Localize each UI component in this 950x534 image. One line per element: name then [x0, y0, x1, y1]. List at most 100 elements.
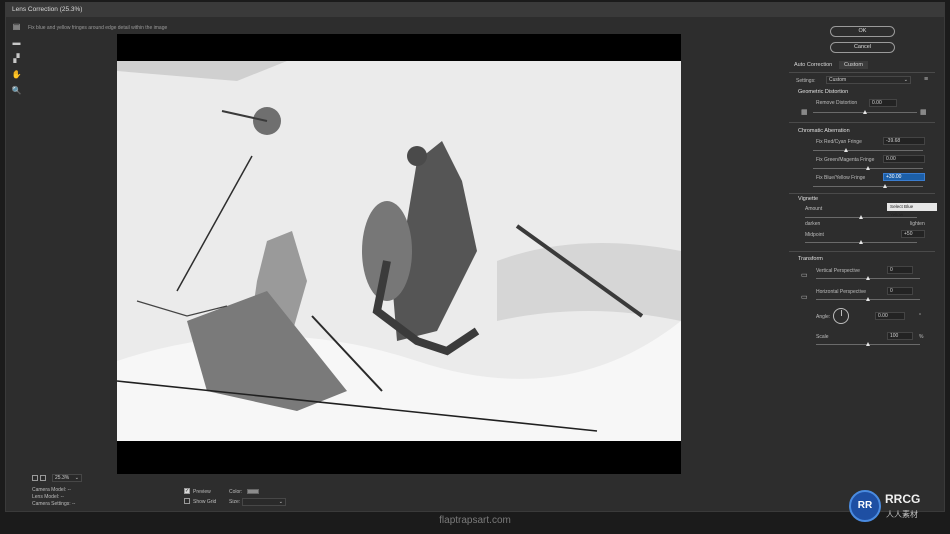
vertical-perspective-slider[interactable]	[816, 276, 920, 280]
angle-label: Angle:	[816, 314, 831, 320]
vignette-amount-slider[interactable]	[805, 215, 917, 219]
darken-label: darken	[805, 221, 821, 227]
camera-settings-text: Camera Settings: --	[32, 501, 76, 507]
fringe-select-popup[interactable]: Select BlueYellow	[887, 203, 937, 217]
vertical-perspective-field[interactable]: 0	[887, 266, 913, 274]
remove-distortion-field[interactable]: 0.00	[869, 99, 897, 107]
settings-dropdown[interactable]: Custom ⌄	[826, 76, 911, 84]
title-bar[interactable]: Lens Correction (25.3%)	[6, 3, 944, 17]
midpoint-slider[interactable]	[805, 240, 917, 244]
green-magenta-knob[interactable]	[866, 166, 870, 170]
horizontal-perspective-field[interactable]: 0	[887, 287, 913, 295]
image-preview[interactable]	[117, 34, 681, 474]
blue-yellow-field[interactable]: +30.00	[883, 173, 925, 181]
show-grid-label: Show Grid	[193, 499, 217, 505]
remove-distortion-knob[interactable]	[863, 110, 867, 114]
red-cyan-knob[interactable]	[844, 148, 848, 152]
popup-select-blue[interactable]: Select Blue	[890, 203, 913, 211]
remove-distortion-slider[interactable]	[813, 110, 917, 114]
scale-knob[interactable]	[866, 342, 870, 346]
vignette-amount-knob[interactable]	[859, 215, 863, 219]
green-magenta-slider[interactable]	[813, 166, 923, 170]
zoom-value: 25.3%	[55, 475, 70, 481]
green-magenta-label: Fix Green/Magenta Fringe	[816, 157, 875, 163]
chromatic-aberration-header: Chromatic Aberration	[798, 128, 850, 134]
warrior-sketch-image	[117, 61, 681, 441]
vertical-perspective-label: Vertical Perspective	[816, 268, 860, 274]
grid-color-swatch[interactable]	[247, 489, 259, 494]
rrcg-logo-subtext: 人人素材	[886, 510, 918, 519]
transform-header: Transform	[798, 256, 823, 262]
lighten-label: lighten	[910, 221, 925, 227]
midpoint-label: Midpoint	[805, 232, 824, 238]
tab-bar: Auto Correction Custom	[789, 61, 937, 71]
angle-dial[interactable]	[833, 308, 849, 324]
preview-checkbox[interactable]: ✓	[184, 488, 190, 494]
blue-yellow-knob[interactable]	[882, 184, 887, 188]
divider	[789, 72, 935, 73]
remove-distortion-tool-icon[interactable]: ▤	[11, 21, 22, 32]
zoom-dropdown[interactable]: 25.3% ⌄	[52, 474, 82, 482]
camera-model-text: Camera Model: --	[32, 487, 71, 493]
scale-label: Scale	[816, 334, 829, 340]
grid-size-dropdown[interactable]: ⌄	[242, 498, 286, 506]
bottom-bar: − + 25.3% ⌄ Camera Model: -- Lens Model:…	[32, 473, 332, 513]
midpoint-knob[interactable]	[859, 240, 863, 244]
red-cyan-field[interactable]: -39.68	[883, 137, 925, 145]
grid-size-label: Size:	[229, 499, 241, 505]
lens-model-text: Lens Model: --	[32, 494, 64, 500]
chevron-down-icon: ⌄	[903, 77, 908, 83]
angle-unit: °	[919, 313, 921, 319]
zoom-out-icon[interactable]: −	[32, 475, 38, 481]
toolbar: ▤ ▬ ▞ ✋ 🔍	[11, 21, 25, 101]
scale-slider[interactable]	[816, 342, 920, 346]
zoom-tool-icon[interactable]: 🔍	[11, 85, 22, 96]
zoom-in-icon[interactable]: +	[40, 475, 46, 481]
blue-yellow-slider[interactable]	[813, 184, 923, 188]
horizontal-perspective-icon: ▭	[801, 294, 808, 301]
preview-label: Preview	[193, 489, 211, 495]
hand-tool-icon[interactable]: ✋	[11, 69, 22, 80]
show-grid-checkbox[interactable]	[184, 498, 190, 504]
dialog-title: Lens Correction (25.3%)	[12, 6, 83, 13]
rrcg-logo-text: RRCG	[885, 492, 921, 506]
ok-button[interactable]: OK	[830, 26, 895, 37]
scale-field[interactable]: 100	[887, 332, 913, 340]
divider	[789, 193, 935, 194]
chevron-down-icon: ⌄	[278, 499, 283, 505]
preview-artwork	[117, 61, 681, 441]
red-cyan-slider[interactable]	[813, 148, 923, 152]
settings-label: Settings:	[796, 78, 816, 84]
green-magenta-field[interactable]: 0.00	[883, 155, 925, 163]
vertical-perspective-knob[interactable]	[866, 276, 870, 280]
grid-color-label: Color:	[229, 489, 243, 495]
vignette-header: Vignette	[798, 196, 819, 202]
angle-field[interactable]: 0.00	[875, 312, 905, 320]
move-grid-tool-icon[interactable]: ▞	[11, 53, 22, 64]
vertical-perspective-icon: ▭	[801, 272, 808, 279]
horizontal-perspective-knob[interactable]	[866, 297, 870, 301]
settings-dropdown-value: Custom	[829, 77, 847, 83]
horizontal-perspective-label: Horizontal Perspective	[816, 289, 867, 295]
divider	[789, 251, 935, 252]
rrcg-logo: RR RRCG 人人素材	[849, 488, 945, 528]
settings-panel: OK Cancel Auto Correction Custom Setting…	[783, 21, 943, 506]
horizontal-perspective-slider[interactable]	[816, 297, 920, 301]
midpoint-field[interactable]: +50	[901, 230, 925, 238]
tab-custom[interactable]: Custom	[839, 61, 868, 69]
vignette-amount-label: Amount	[805, 206, 823, 212]
tool-hint: Fix blue and yellow fringes around edge …	[28, 25, 168, 31]
divider	[789, 122, 935, 123]
geometric-distortion-header: Geometric Distortion	[798, 89, 849, 95]
settings-menu-icon[interactable]: ≡	[924, 76, 931, 83]
lens-correction-dialog: Lens Correction (25.3%) Fix blue and yel…	[5, 2, 945, 512]
site-watermark: flaptrapsart.com	[439, 515, 511, 526]
distortion-pincushion-icon: ▦	[920, 109, 927, 116]
blue-yellow-label: Fix Blue/Yellow Fringe	[816, 175, 866, 181]
remove-distortion-label: Remove Distortion	[816, 100, 858, 106]
rrcg-badge-icon: RR	[849, 490, 881, 522]
tab-auto-correction[interactable]: Auto Correction	[789, 61, 837, 69]
cancel-button[interactable]: Cancel	[830, 42, 895, 53]
straighten-tool-icon[interactable]: ▬	[11, 37, 22, 48]
scale-unit: %	[919, 334, 924, 340]
